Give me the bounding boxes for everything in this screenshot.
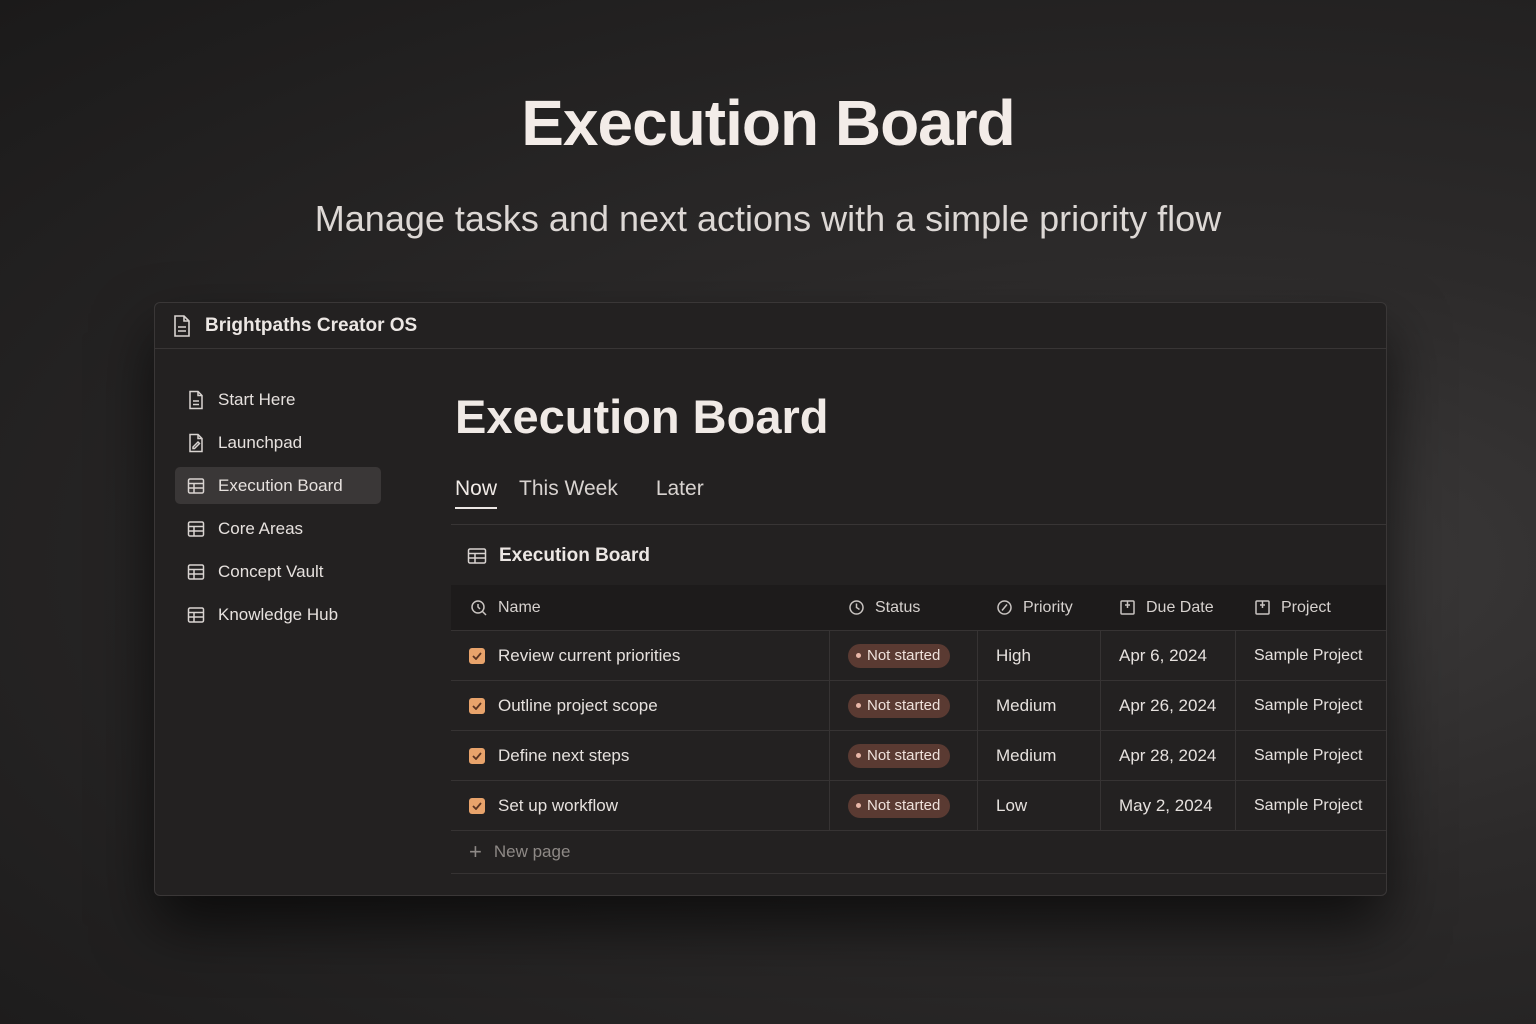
priority-property-icon (996, 599, 1013, 616)
row-project[interactable]: Sample Project (1236, 781, 1386, 830)
row-project[interactable]: Sample Project (1236, 731, 1386, 780)
row-name: Outline project scope (498, 695, 658, 715)
window-titlebar: Brightpaths Creator OS (155, 303, 1386, 349)
sidebar-item-execution-board[interactable]: Execution Board (175, 467, 381, 504)
new-page-label: New page (493, 842, 571, 861)
row-priority[interactable]: High (978, 631, 1101, 680)
status-badge: Not started (848, 693, 951, 718)
page-title: Execution Board (455, 390, 829, 443)
row-status-cell[interactable]: Not started (830, 681, 978, 730)
row-status-cell[interactable]: Not started (830, 731, 978, 780)
column-header-status[interactable]: Status (830, 585, 978, 630)
table-row[interactable]: Set up workflow Not started Low May 2, 2… (451, 781, 1386, 831)
row-name: Define next steps (498, 745, 630, 765)
column-header-label: Name (498, 598, 541, 616)
row-due-date[interactable]: Apr 26, 2024 (1101, 681, 1236, 730)
hero-title: Execution Board (521, 87, 1016, 159)
row-name-cell[interactable]: Define next steps (451, 731, 830, 780)
sidebar-item-start-here[interactable]: Start Here (175, 381, 381, 418)
status-badge: Not started (848, 793, 951, 818)
table-icon (187, 606, 207, 624)
table-header-row: Name Status Priority Due Date Project (451, 585, 1386, 631)
row-project[interactable]: Sample Project (1236, 681, 1386, 730)
table-icon (187, 520, 207, 538)
row-name-cell[interactable]: Outline project scope (451, 681, 830, 730)
row-due-date[interactable]: Apr 28, 2024 (1101, 731, 1236, 780)
new-page-button[interactable]: + New page (451, 831, 1386, 874)
checkbox-icon[interactable] (469, 697, 485, 714)
row-name: Set up workflow (498, 795, 618, 815)
window-title: Brightpaths Creator OS (205, 314, 418, 336)
row-due-date[interactable]: May 2, 2024 (1101, 781, 1236, 830)
tab-later[interactable]: Later (656, 477, 704, 509)
database-title[interactable]: Execution Board (499, 545, 650, 567)
column-header-priority[interactable]: Priority (978, 585, 1101, 630)
app-window: Brightpaths Creator OS Start Here Launch… (154, 302, 1387, 896)
hero-subtitle: Manage tasks and next actions with a sim… (314, 198, 1222, 239)
tab-this-week[interactable]: This Week (519, 477, 618, 509)
title-property-icon (470, 599, 488, 617)
column-header-label: Status (875, 598, 921, 616)
table-row[interactable]: Outline project scope Not started Medium… (451, 681, 1386, 731)
main-content: Execution Board Now This Week Later Exec… (451, 349, 1386, 895)
column-header-name[interactable]: Name (451, 585, 830, 630)
status-badge: Not started (848, 743, 951, 768)
row-status-cell[interactable]: Not started (830, 631, 978, 680)
sidebar-item-label: Launchpad (218, 432, 303, 452)
column-header-label: Due Date (1146, 598, 1214, 616)
row-priority[interactable]: Medium (978, 731, 1101, 780)
row-name-cell[interactable]: Set up workflow (451, 781, 830, 830)
sidebar-item-label: Start Here (218, 389, 296, 409)
sidebar-item-launchpad[interactable]: Launchpad (175, 424, 381, 461)
status-badge: Not started (848, 643, 951, 668)
document-edit-icon (187, 433, 207, 453)
view-tabs: Now This Week Later (455, 477, 726, 509)
calendar-icon (1119, 599, 1136, 616)
row-name-cell[interactable]: Review current priorities (451, 631, 830, 680)
row-due-date[interactable]: Apr 6, 2024 (1101, 631, 1236, 680)
row-project[interactable]: Sample Project (1236, 631, 1386, 680)
row-priority[interactable]: Low (978, 781, 1101, 830)
plus-icon: + (469, 839, 482, 864)
database-header: Execution Board (467, 545, 650, 567)
sidebar-item-label: Knowledge Hub (218, 604, 339, 624)
table-icon (187, 477, 207, 495)
column-header-label: Project (1281, 598, 1331, 616)
row-priority[interactable]: Medium (978, 681, 1101, 730)
sidebar-item-core-areas[interactable]: Core Areas (175, 510, 381, 547)
sidebar-item-concept-vault[interactable]: Concept Vault (175, 553, 381, 590)
tabs-divider (451, 524, 1386, 525)
checkbox-icon[interactable] (469, 647, 485, 664)
row-name: Review current priorities (498, 645, 681, 665)
document-icon (187, 390, 207, 410)
sidebar-item-label: Concept Vault (218, 561, 324, 581)
table-row[interactable]: Review current priorities Not started Hi… (451, 631, 1386, 681)
status-property-icon (848, 599, 865, 616)
table-icon (187, 563, 207, 581)
checkbox-icon[interactable] (469, 797, 485, 814)
column-header-label: Priority (1023, 598, 1073, 616)
sidebar-item-label: Execution Board (218, 475, 343, 495)
sidebar-item-knowledge-hub[interactable]: Knowledge Hub (175, 596, 381, 633)
table-row[interactable]: Define next steps Not started Medium Apr… (451, 731, 1386, 781)
table-icon (467, 547, 487, 565)
document-icon (171, 314, 193, 338)
sidebar-item-label: Core Areas (218, 518, 304, 538)
relation-icon (1254, 599, 1271, 616)
database-table: Name Status Priority Due Date Project Re… (451, 585, 1386, 874)
checkbox-icon[interactable] (469, 747, 485, 764)
row-status-cell[interactable]: Not started (830, 781, 978, 830)
column-header-due-date[interactable]: Due Date (1101, 585, 1236, 630)
sidebar: Start Here Launchpad Execution Board Cor… (175, 381, 381, 639)
tab-now[interactable]: Now (455, 477, 498, 509)
column-header-project[interactable]: Project (1236, 585, 1386, 630)
